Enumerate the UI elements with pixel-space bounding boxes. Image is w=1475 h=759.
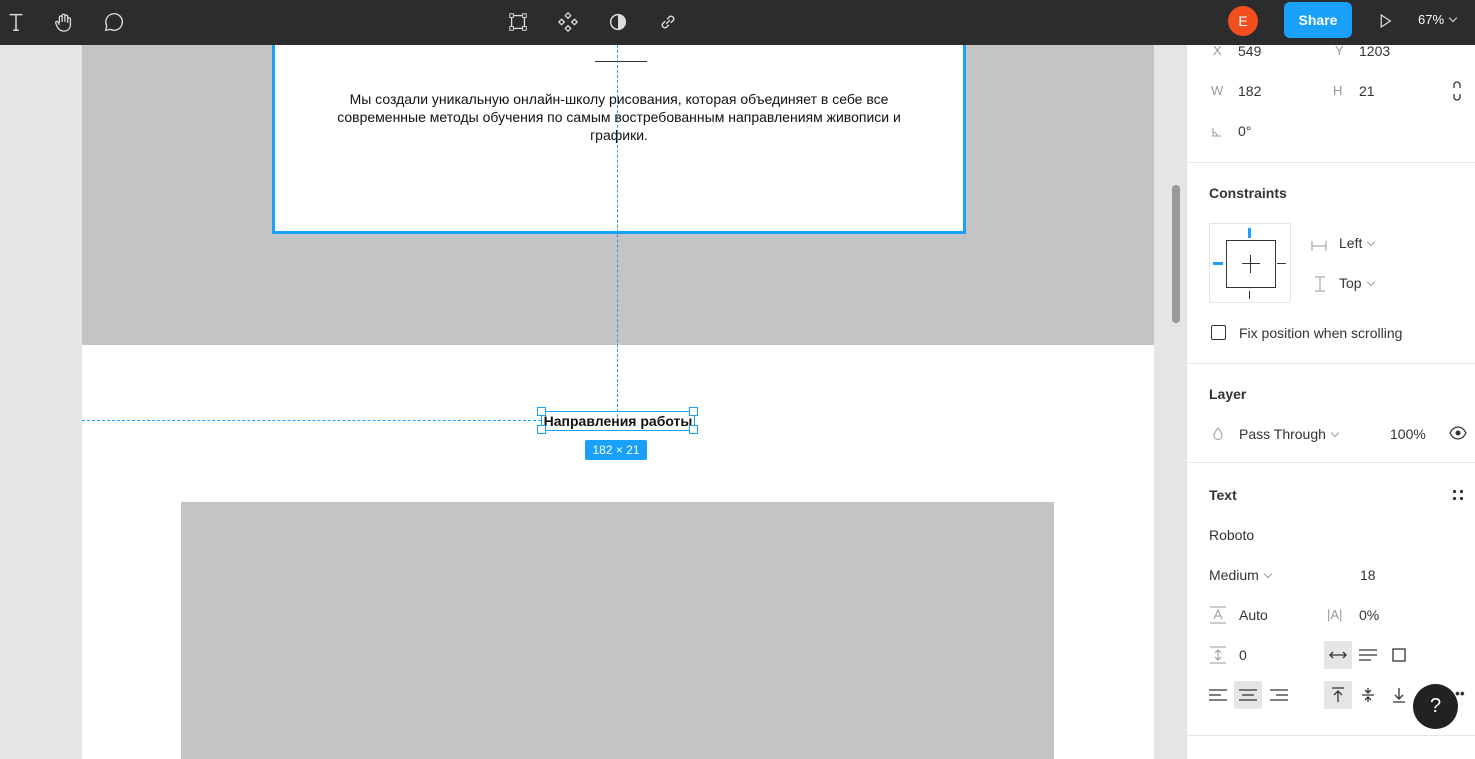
text-styles-icon[interactable]: [1452, 488, 1464, 504]
constrain-proportions-icon[interactable]: [1451, 81, 1463, 104]
present-play-icon[interactable]: [1372, 8, 1398, 34]
intro-card[interactable]: Мы создали уникальную онлайн-школу рисов…: [272, 45, 966, 234]
section-divider: [1187, 462, 1475, 463]
properties-panel: X 549 Y 1203 W 182 H 21 0° Constraints L…: [1186, 45, 1475, 759]
paragraph-spacing-input[interactable]: 0: [1239, 647, 1247, 663]
constraint-widget[interactable]: [1209, 223, 1291, 303]
align-right-button[interactable]: [1265, 681, 1293, 709]
constraint-inner-box: [1226, 240, 1276, 288]
fix-position-checkbox[interactable]: [1211, 325, 1226, 340]
align-bottom-button[interactable]: [1385, 681, 1413, 709]
share-button[interactable]: Share: [1284, 2, 1352, 38]
card-description[interactable]: Мы создали уникальную онлайн-школу рисов…: [315, 90, 923, 144]
section-divider: [1187, 162, 1475, 163]
line-height-icon: [1209, 606, 1227, 627]
zoom-dropdown[interactable]: 67%: [1418, 12, 1458, 27]
font-weight-value: Medium: [1209, 567, 1259, 583]
resize-handle-top-right[interactable]: [689, 407, 698, 416]
line-height-input[interactable]: Auto: [1239, 607, 1268, 623]
resize-handle-bottom-left[interactable]: [537, 425, 546, 434]
rotation-icon: [1211, 125, 1223, 141]
top-toolbar: E Share 67%: [0, 0, 1475, 45]
contrast-icon[interactable]: [602, 6, 634, 38]
chevron-down-icon: [1448, 13, 1458, 23]
layer-title: Layer: [1209, 386, 1247, 402]
font-weight-dropdown[interactable]: Medium: [1209, 567, 1273, 583]
y-label: Y: [1335, 45, 1344, 58]
constraint-right[interactable]: [1277, 263, 1286, 264]
x-input[interactable]: 549: [1238, 45, 1261, 59]
blend-mode-dropdown[interactable]: Pass Through: [1239, 426, 1340, 442]
vertical-constraint-dropdown[interactable]: Top: [1339, 275, 1375, 291]
letter-spacing-icon: |A|: [1327, 607, 1343, 622]
section-divider: [1187, 363, 1475, 364]
fix-position-label: Fix position when scrolling: [1239, 325, 1403, 341]
edit-object-icon[interactable]: [502, 6, 534, 38]
vertical-constraint-value: Top: [1339, 275, 1362, 291]
component-icon[interactable]: [552, 6, 584, 38]
constraint-top-active[interactable]: [1248, 228, 1251, 238]
align-middle-button[interactable]: [1354, 681, 1382, 709]
w-label: W: [1211, 83, 1224, 98]
text-tool-icon[interactable]: [0, 6, 32, 38]
canvas-scrollbar[interactable]: [1172, 185, 1180, 323]
chevron-down-icon: [1330, 428, 1340, 438]
text-title: Text: [1209, 487, 1237, 503]
horizontal-constraint-value: Left: [1339, 235, 1363, 251]
section-divider: [1187, 735, 1475, 736]
vertical-constraint-icon: [1315, 276, 1325, 295]
x-label: X: [1213, 45, 1222, 58]
rotation-input[interactable]: 0°: [1238, 123, 1251, 139]
dimension-badge: 182 × 21: [585, 440, 647, 460]
y-input[interactable]: 1203: [1359, 45, 1390, 59]
constraints-title: Constraints: [1209, 185, 1287, 201]
font-family-dropdown[interactable]: Roboto: [1209, 527, 1254, 543]
constraint-bottom[interactable]: [1249, 291, 1250, 299]
visibility-eye-icon[interactable]: [1449, 426, 1467, 443]
paragraph-spacing-icon: [1209, 646, 1227, 667]
align-top-button[interactable]: [1324, 681, 1352, 709]
card-divider: [595, 61, 647, 62]
fixed-size-button[interactable]: [1385, 641, 1413, 669]
user-avatar[interactable]: E: [1228, 6, 1258, 36]
opacity-input[interactable]: 100%: [1390, 426, 1426, 442]
help-button[interactable]: ?: [1413, 684, 1458, 729]
h-label: H: [1333, 83, 1343, 98]
blend-mode-value: Pass Through: [1239, 426, 1326, 442]
grey-section-bottom[interactable]: [181, 502, 1054, 759]
w-input[interactable]: 182: [1238, 83, 1261, 99]
horizontal-constraint-icon: [1311, 238, 1327, 254]
design-canvas[interactable]: Мы создали уникальную онлайн-школу рисов…: [0, 45, 1186, 759]
zoom-value: 67%: [1418, 12, 1445, 27]
resize-handle-top-left[interactable]: [537, 407, 546, 416]
horizontal-constraint-dropdown[interactable]: Left: [1339, 235, 1376, 251]
chevron-down-icon: [1367, 237, 1376, 247]
link-icon[interactable]: [652, 6, 684, 38]
h-input[interactable]: 21: [1359, 83, 1375, 99]
comment-tool-icon[interactable]: [98, 6, 130, 38]
font-size-input[interactable]: 18: [1360, 567, 1376, 583]
chevron-down-icon: [1263, 569, 1273, 579]
vertical-guide: [617, 45, 618, 417]
hand-tool-icon[interactable]: [48, 6, 80, 38]
auto-height-button[interactable]: [1354, 641, 1382, 669]
selection-box[interactable]: [541, 411, 695, 431]
resize-handle-bottom-right[interactable]: [689, 425, 698, 434]
align-left-button[interactable]: [1204, 681, 1232, 709]
blend-mode-icon: [1213, 427, 1223, 443]
horizontal-guide: [82, 420, 541, 421]
letter-spacing-input[interactable]: 0%: [1359, 607, 1379, 623]
constraint-left-active[interactable]: [1213, 262, 1223, 265]
align-center-button[interactable]: [1234, 681, 1262, 709]
chevron-down-icon: [1366, 277, 1375, 287]
auto-width-button[interactable]: [1324, 641, 1352, 669]
